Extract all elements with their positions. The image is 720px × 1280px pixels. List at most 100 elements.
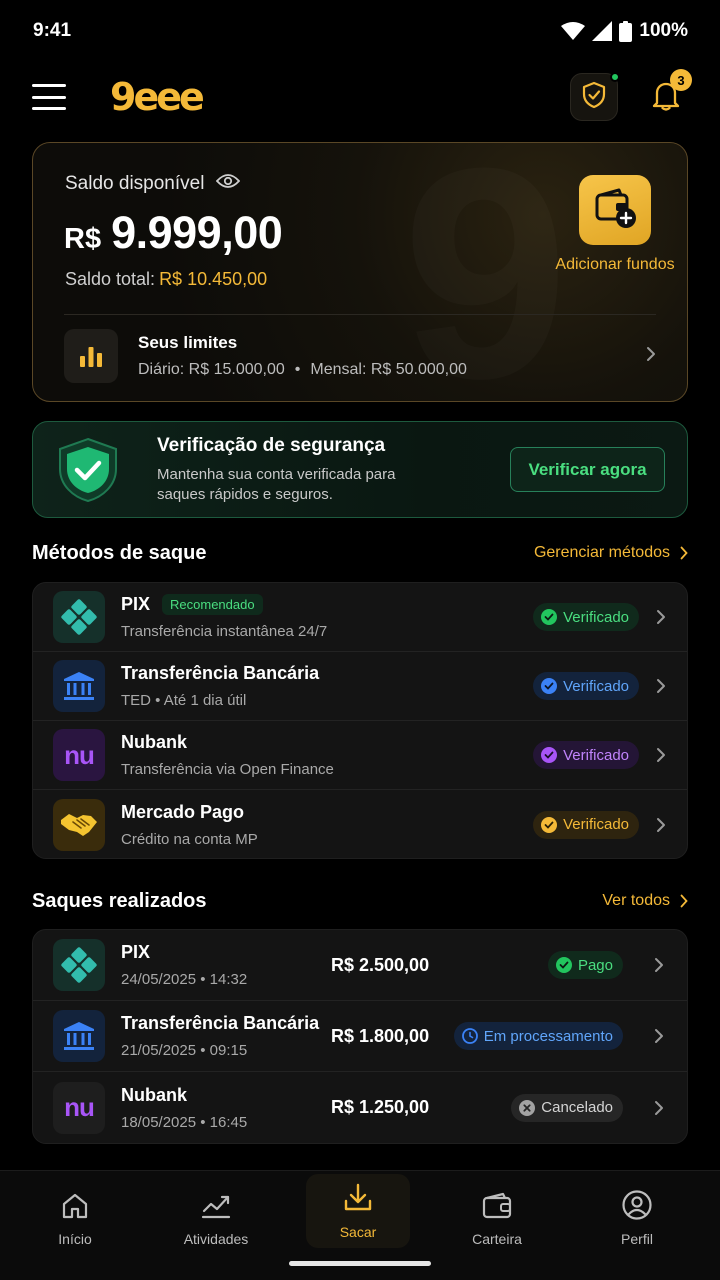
nav-activities[interactable]: Atividades bbox=[166, 1185, 266, 1247]
nav-withdraw-label: Sacar bbox=[339, 1224, 377, 1240]
chevron-right-icon bbox=[646, 346, 656, 367]
add-funds: Adicionar fundos bbox=[555, 175, 675, 273]
home-icon bbox=[62, 1193, 88, 1219]
x-circle-icon bbox=[519, 1099, 536, 1116]
add-funds-label: Adicionar fundos bbox=[555, 256, 675, 273]
chevron-right-icon bbox=[653, 1028, 665, 1044]
limits-values: Diário: R$ 15.000,00 • Mensal: R$ 50.000,0… bbox=[138, 361, 467, 378]
handshake-icon bbox=[53, 798, 105, 851]
security-text: Verificação de segurança Mantenha sua co… bbox=[157, 435, 510, 505]
nubank-icon: nu bbox=[53, 729, 105, 781]
chevron-right-icon bbox=[680, 546, 688, 560]
shield-check-icon bbox=[581, 81, 607, 114]
status-badge: Verificado bbox=[533, 741, 639, 769]
cell-signal-icon bbox=[592, 21, 613, 41]
check-circle-icon bbox=[541, 609, 558, 625]
nav-home-label: Início bbox=[58, 1231, 92, 1247]
bar-chart-icon bbox=[64, 329, 118, 383]
method-info: PIX Recomendado Transferência instantânea… bbox=[121, 594, 533, 640]
chevron-right-icon bbox=[655, 817, 667, 833]
security-description: Mantenha sua conta verificada para saque… bbox=[157, 465, 396, 503]
methods-list: PIX Recomendado Transferência instantânea… bbox=[32, 582, 688, 859]
battery-icon bbox=[619, 20, 633, 42]
add-funds-button[interactable] bbox=[579, 175, 651, 245]
withdrawal-amount: R$ 1.800,00 bbox=[331, 1025, 430, 1046]
nubank-icon: nu bbox=[53, 1081, 105, 1134]
status-bar: 9:41 100% bbox=[0, 0, 720, 62]
divider bbox=[64, 314, 656, 315]
app-header: 9eee 3 bbox=[0, 62, 720, 132]
limits-row[interactable]: Seus limites Diário: R$ 15.000,00 • Mensal… bbox=[64, 329, 656, 383]
chevron-right-icon bbox=[655, 747, 667, 763]
method-name: Nubank bbox=[121, 732, 188, 752]
limits-text: Seus limites Diário: R$ 15.000,00 • Mensal… bbox=[138, 333, 646, 379]
nav-activities-label: Atividades bbox=[183, 1231, 249, 1247]
security-title: Verificação de segurança bbox=[157, 434, 386, 456]
balance-total-value: R$ 10.450,00 bbox=[159, 269, 268, 289]
menu-icon[interactable] bbox=[32, 84, 66, 110]
method-subtitle: Transferência instantânea 24/7 bbox=[121, 623, 328, 640]
wifi-icon bbox=[561, 22, 586, 40]
method-pix[interactable]: PIX Recomendado Transferência instantânea… bbox=[33, 583, 687, 652]
recommended-badge: Recomendado bbox=[162, 594, 263, 615]
withdrawal-row[interactable]: PIX 24/05/2025 • 14:32 R$ 2.500,00 Pago bbox=[33, 930, 687, 1001]
method-bank-transfer[interactable]: Transferência Bancária TED • Até 1 dia ú… bbox=[33, 652, 687, 721]
battery-percent: 100% bbox=[639, 20, 688, 41]
profile-icon bbox=[622, 1190, 652, 1220]
check-circle-icon bbox=[541, 816, 558, 833]
balance-total-label: Saldo total: bbox=[65, 269, 156, 289]
status-badge: Em processamento bbox=[453, 1022, 623, 1050]
balance-label-row: Saldo disponível bbox=[65, 173, 241, 195]
notification-badge: 3 bbox=[670, 69, 692, 91]
pix-icon bbox=[53, 939, 105, 991]
status-icons: 100% bbox=[561, 20, 688, 42]
nav-withdraw[interactable]: Sacar bbox=[306, 1174, 410, 1248]
daily-limit: Diário: R$ 15.000,00 bbox=[138, 361, 285, 378]
bank-icon bbox=[53, 1010, 105, 1062]
online-indicator bbox=[610, 72, 620, 82]
withdrawal-row[interactable]: nu Nubank 18/05/2025 • 16:45 R$ 1.250,00… bbox=[33, 1072, 687, 1143]
method-subtitle: Transferência via Open Finance bbox=[121, 761, 334, 778]
status-badge: Cancelado bbox=[511, 1093, 623, 1122]
notifications-button[interactable]: 3 bbox=[648, 69, 692, 117]
balance-card: 9 Saldo disponível R$ 9.999,00 Saldo tot… bbox=[32, 142, 688, 402]
method-name: Transferência Bancária bbox=[121, 663, 320, 683]
method-nubank[interactable]: nu Nubank Transferência via Open Finance… bbox=[33, 721, 687, 790]
nav-profile[interactable]: Perfil bbox=[587, 1185, 687, 1247]
verify-now-button[interactable]: Verificar agora bbox=[510, 447, 665, 492]
withdrawal-amount: R$ 1.250,00 bbox=[331, 1097, 430, 1117]
nav-home[interactable]: Início bbox=[25, 1185, 125, 1247]
methods-title: Métodos de saque bbox=[32, 541, 207, 564]
withdrawal-amount: R$ 2.500,00 bbox=[331, 954, 430, 975]
status-badge: Verificado bbox=[533, 810, 639, 839]
bank-icon bbox=[53, 660, 105, 712]
status-badge: Verificado bbox=[533, 672, 639, 700]
method-mercado-pago[interactable]: Mercado Pago Crédito na conta MP Verific… bbox=[33, 790, 687, 858]
manage-methods-link[interactable]: Gerenciar métodos bbox=[534, 544, 688, 562]
manage-methods-label: Gerenciar métodos bbox=[533, 544, 670, 561]
method-subtitle: Crédito na conta MP bbox=[121, 830, 258, 848]
withdraw-icon bbox=[344, 1183, 372, 1211]
bottom-navigation: Início Atividades Sacar Carteira Perfil bbox=[0, 1170, 720, 1280]
status-badge: Verificado bbox=[533, 603, 639, 631]
status-badge: Pago bbox=[547, 951, 623, 979]
check-circle-icon bbox=[541, 747, 558, 763]
wallet-plus-icon bbox=[592, 186, 638, 235]
eye-icon[interactable] bbox=[216, 173, 241, 195]
security-verification-card: Verificação de segurança Mantenha sua co… bbox=[32, 421, 688, 518]
security-shield-icon bbox=[55, 437, 121, 503]
methods-section-header: Métodos de saque Gerenciar métodos bbox=[32, 538, 688, 568]
withdrawal-row[interactable]: Transferência Bancária 21/05/2025 • 09:1… bbox=[33, 1001, 687, 1072]
home-indicator bbox=[289, 1261, 431, 1266]
withdrawals-section-header: Saques realizados Ver todos bbox=[32, 886, 688, 916]
clock-icon bbox=[461, 1028, 478, 1044]
view-all-label: Ver todos bbox=[602, 892, 670, 909]
wallet-icon bbox=[482, 1192, 512, 1219]
monthly-limit: Mensal: R$ 50.000,00 bbox=[310, 361, 467, 378]
nav-wallet[interactable]: Carteira bbox=[447, 1185, 547, 1247]
method-name: PIX bbox=[121, 594, 151, 614]
method-info: Nubank Transferência via Open Finance bbox=[121, 732, 533, 778]
security-shield-button[interactable] bbox=[570, 72, 620, 121]
view-all-link[interactable]: Ver todos bbox=[602, 892, 688, 910]
check-circle-icon bbox=[555, 957, 572, 973]
